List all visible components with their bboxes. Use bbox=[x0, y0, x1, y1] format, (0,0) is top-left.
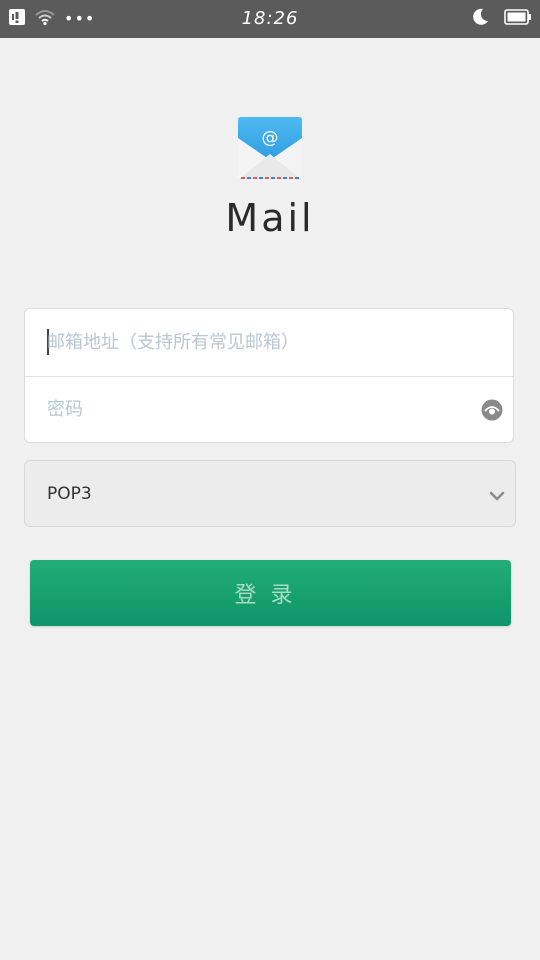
password-input[interactable] bbox=[47, 376, 467, 443]
protocol-select[interactable]: POP3 bbox=[24, 460, 516, 527]
status-right-icons bbox=[470, 8, 532, 30]
status-time: 18:26 bbox=[241, 8, 299, 29]
moon-icon bbox=[470, 7, 490, 31]
login-form bbox=[24, 308, 514, 443]
battery-icon bbox=[504, 8, 532, 30]
email-input[interactable] bbox=[47, 309, 467, 376]
login-button[interactable]: 登录 bbox=[30, 560, 511, 626]
email-row bbox=[25, 309, 513, 377]
eye-icon[interactable] bbox=[481, 399, 503, 421]
app-logo: @ Mail bbox=[0, 116, 540, 240]
chevron-down-icon bbox=[489, 487, 505, 501]
mail-envelope-icon: @ bbox=[237, 116, 303, 186]
protocol-value: POP3 bbox=[47, 484, 92, 504]
svg-text:@: @ bbox=[262, 128, 279, 148]
status-bar: ••• 18:26 bbox=[0, 0, 540, 38]
password-row bbox=[25, 376, 513, 443]
app-title: Mail bbox=[225, 196, 315, 240]
